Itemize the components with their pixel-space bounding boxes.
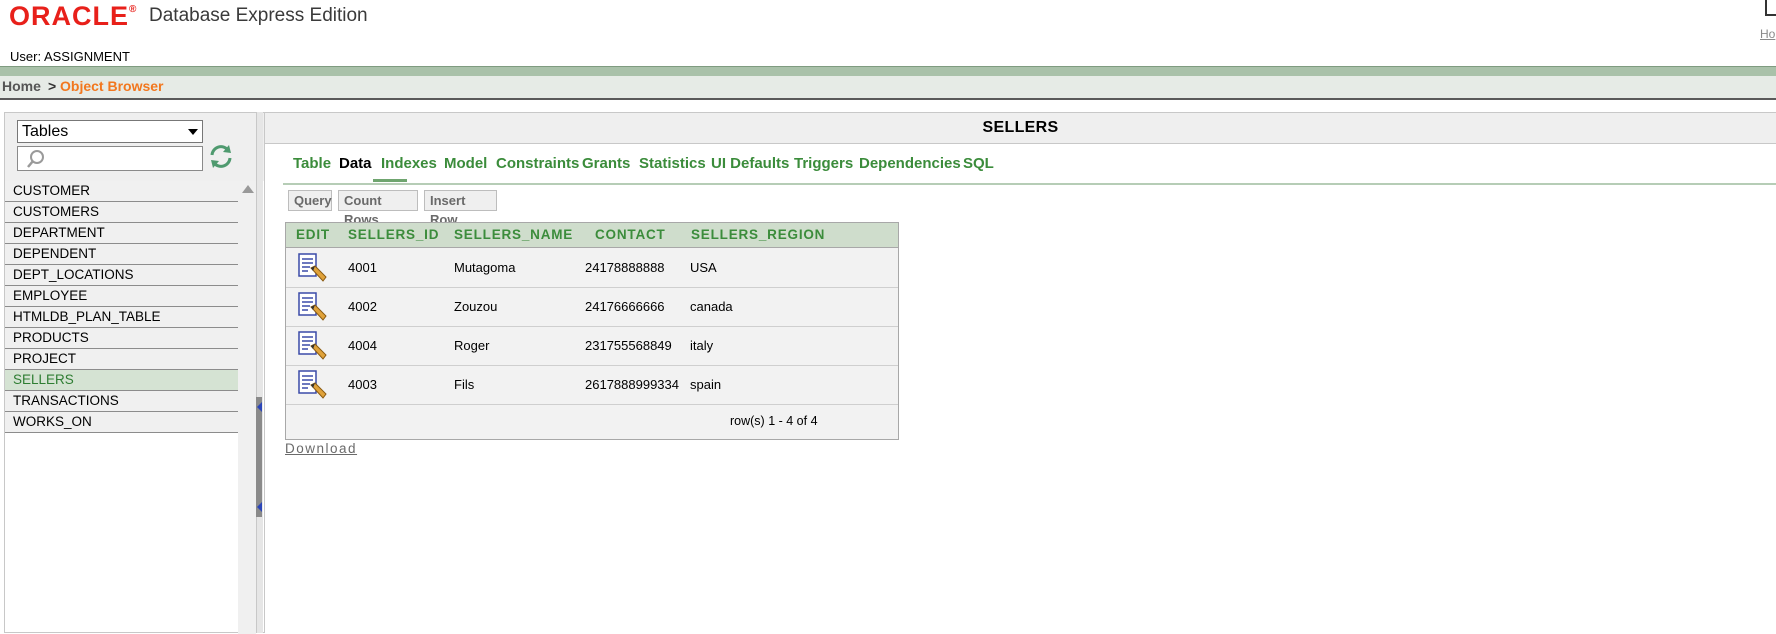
tab-divider (283, 183, 1776, 185)
active-tab-indicator (373, 179, 407, 182)
page-title: SELLERS (982, 119, 1059, 136)
table-cell: canada (690, 299, 733, 314)
breadcrumb-home[interactable]: Home (2, 78, 41, 94)
tab-grants[interactable]: Grants (582, 155, 630, 172)
column-header[interactable]: SELLERS_NAME (454, 227, 573, 242)
search-icon (27, 150, 44, 168)
table-cell: Fils (454, 377, 475, 392)
header-divider (0, 66, 1776, 76)
sidebar-header: Tables (5, 113, 264, 181)
tab-data[interactable]: Data (339, 155, 372, 172)
data-grid: EDIT SELLERS_ID SELLERS_NAME CONTACT SELLERS… (285, 222, 899, 440)
edit-icon[interactable] (297, 330, 327, 360)
splitter-handle[interactable] (256, 397, 262, 517)
sidebar-item[interactable]: DEPARTMENT (5, 223, 238, 244)
sidebar-item[interactable]: PRODUCTS (5, 328, 238, 349)
object-type-value: Tables (22, 123, 69, 140)
collapse-arrow-icon[interactable] (257, 402, 262, 412)
tab-sql[interactable]: SQL (963, 155, 994, 172)
app-header: ORACLE® Database Express Edition User: A… (0, 0, 1776, 66)
table-cell: 4003 (348, 377, 377, 392)
sidebar-item[interactable]: CUSTOMERS (5, 202, 238, 223)
table-row: 4001 Mutagoma 24178888888 USA (286, 248, 898, 288)
collapse-arrow-icon[interactable] (257, 502, 262, 512)
edit-icon[interactable] (297, 291, 327, 321)
column-header[interactable]: SELLERS_REGION (691, 227, 825, 242)
breadcrumb: Home > Object Browser (0, 76, 1776, 100)
tab-ui-defaults[interactable]: UI Defaults (711, 155, 789, 172)
breadcrumb-separator: > (48, 78, 57, 94)
object-type-select[interactable]: Tables (17, 120, 203, 143)
table-cell: spain (690, 377, 722, 392)
count-rows-button[interactable]: Count Rows (338, 190, 418, 227)
oracle-logo: ORACLE® (9, 1, 138, 31)
tab-indexes[interactable]: Indexes (381, 155, 437, 172)
home-link[interactable]: Ho (1760, 27, 1775, 41)
object-detail-panel: SELLERS Table Data Indexes Model Constraints… (265, 112, 1776, 633)
search-input[interactable] (17, 146, 203, 171)
table-cell: 231755568849 (585, 338, 672, 353)
chevron-down-icon (188, 129, 198, 135)
tab-triggers[interactable]: Triggers (794, 155, 853, 172)
tab-constraints[interactable]: Constraints (496, 155, 579, 172)
refresh-icon[interactable] (208, 143, 234, 169)
sidebar-item[interactable]: SELLERS (5, 370, 238, 391)
tab-statistics[interactable]: Statistics (639, 155, 706, 172)
tab-model[interactable]: Model (444, 155, 487, 172)
object-sidebar: Tables CUSTOMER CUSTOMERS DEPARTMENT DEPEND… (4, 112, 265, 634)
pagination-info: row(s) 1 - 4 of 4 (730, 414, 818, 428)
column-header[interactable]: CONTACT (595, 227, 666, 242)
edit-icon[interactable] (297, 252, 327, 282)
sidebar-item[interactable]: PROJECT (5, 349, 238, 370)
table-row: 4003 Fils 2617888999334 spain (286, 365, 898, 405)
user-label: User: ASSIGNMENT (10, 49, 130, 64)
table-row: 4004 Roger 231755568849 italy (286, 326, 898, 366)
breadcrumb-current: Object Browser (60, 78, 164, 94)
sidebar-item[interactable]: CUSTOMER (5, 181, 238, 202)
table-header: EDIT SELLERS_ID SELLERS_NAME CONTACT SELLERS… (286, 223, 898, 248)
sidebar-item[interactable]: DEPT_LOCATIONS (5, 265, 238, 286)
column-header[interactable]: EDIT (296, 227, 330, 242)
sidebar-item[interactable]: WORKS_ON (5, 412, 238, 433)
insert-row-button[interactable]: Insert Row (424, 190, 497, 227)
table-cell: 24178888888 (585, 260, 665, 275)
table-cell: italy (690, 338, 714, 353)
panel-splitter[interactable] (256, 112, 263, 633)
edit-icon[interactable] (297, 369, 327, 399)
product-title: Database Express Edition (149, 5, 368, 26)
table-row: 4002 Zouzou 24176666666 canada (286, 287, 898, 327)
sidebar-item[interactable]: EMPLOYEE (5, 286, 238, 307)
table-cell: 4002 (348, 299, 377, 314)
object-list: CUSTOMER CUSTOMERS DEPARTMENT DEPENDENT DEPT… (5, 181, 238, 433)
query-button[interactable]: Query (288, 190, 332, 211)
download-link[interactable]: Download (285, 441, 357, 456)
logout-icon[interactable] (1765, 0, 1776, 16)
table-cell: Mutagoma (454, 260, 516, 275)
table-cell: 4004 (348, 338, 377, 353)
table-cell: 2617888999334 (585, 377, 679, 392)
table-cell: 24176666666 (585, 299, 665, 314)
column-header[interactable]: SELLERS_ID (348, 227, 439, 242)
scroll-up-icon[interactable] (242, 185, 254, 193)
table-cell: 4001 (348, 260, 377, 275)
sidebar-item[interactable]: TRANSACTIONS (5, 391, 238, 412)
sidebar-item[interactable]: HTMLDB_PLAN_TABLE (5, 307, 238, 328)
sidebar-item[interactable]: DEPENDENT (5, 244, 238, 265)
tab-table[interactable]: Table (293, 155, 331, 172)
table-cell: Zouzou (454, 299, 498, 314)
table-cell: USA (690, 260, 717, 275)
title-bar: SELLERS (265, 112, 1776, 144)
list-scrollbar[interactable] (238, 181, 256, 634)
table-cell: Roger (454, 338, 490, 353)
tab-dependencies[interactable]: Dependencies (859, 155, 961, 172)
